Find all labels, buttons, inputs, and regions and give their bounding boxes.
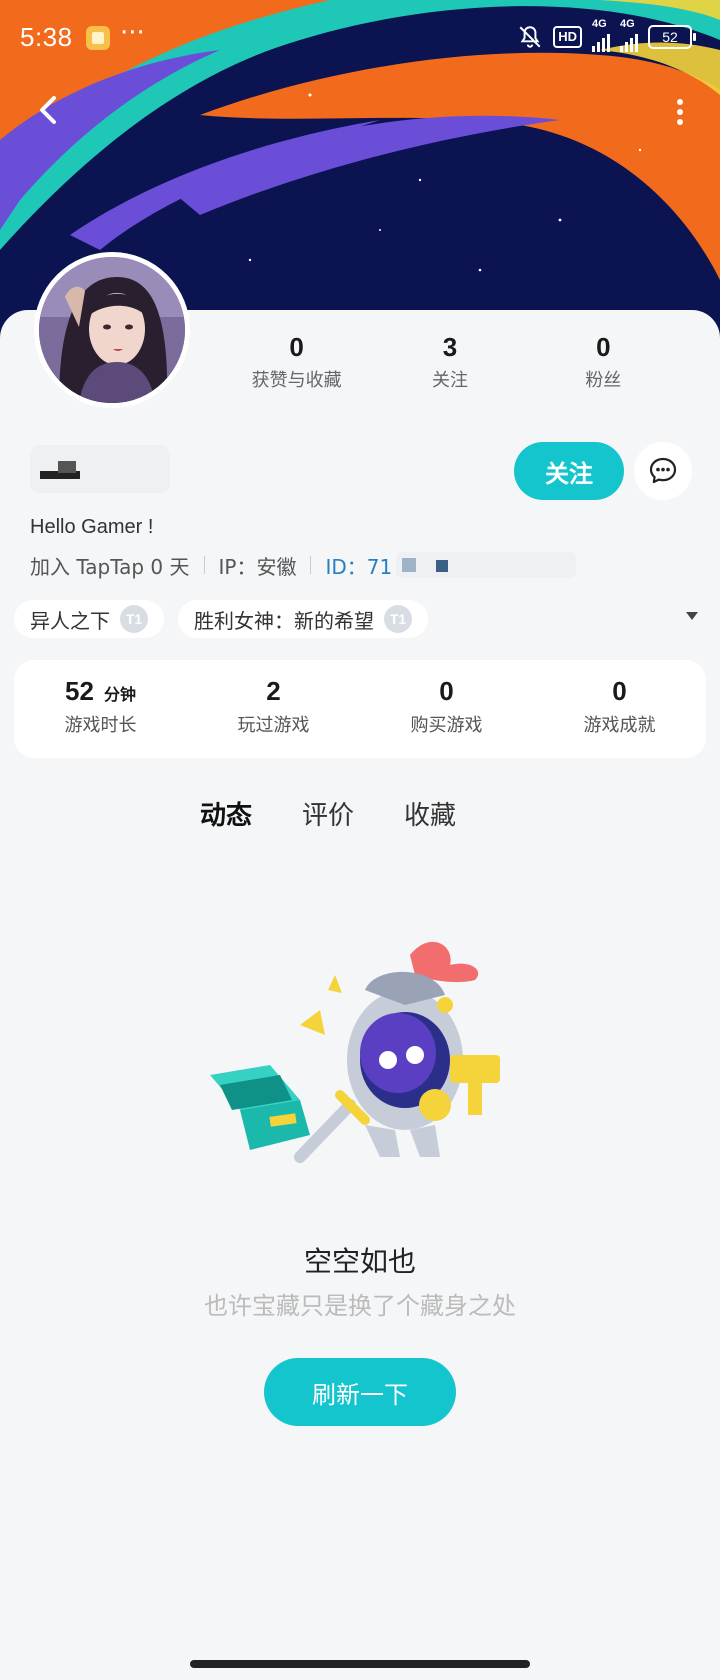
- content-tabs: 动态 评价 收藏: [200, 795, 456, 842]
- chevron-left-icon: [40, 96, 56, 124]
- back-button[interactable]: [30, 90, 70, 130]
- status-time: 5:38: [20, 22, 73, 52]
- more-options-button[interactable]: [670, 94, 690, 130]
- played-games-value: 2: [266, 676, 281, 706]
- achievements-stat[interactable]: 0 游戏成就: [533, 660, 706, 758]
- follow-button[interactable]: 关注: [514, 442, 624, 500]
- achievements-value: 0: [612, 676, 627, 706]
- avatar[interactable]: [34, 252, 190, 408]
- refresh-button[interactable]: 刷新一下: [264, 1358, 456, 1426]
- game-chip-label: 胜利女神：新的希望: [194, 608, 374, 633]
- home-indicator[interactable]: [190, 1660, 530, 1668]
- tab-favorites[interactable]: 收藏: [404, 795, 456, 842]
- profile-meta: 加入 TapTap 0 天 IP：安徽 ID：71: [30, 550, 577, 580]
- profile-stats: 0 获赞与收藏 3 关注 0 粉丝: [220, 330, 680, 392]
- status-indicators: HD 4G 4G 52: [517, 18, 696, 52]
- meta-divider: [203, 556, 205, 574]
- stat-following-label: 关注: [431, 370, 468, 391]
- play-time-label: 游戏时长: [64, 715, 137, 736]
- meta-divider-2: [310, 556, 312, 574]
- played-games-label: 玩过游戏: [237, 715, 310, 736]
- stat-following-value: 3: [442, 332, 458, 362]
- rank-badge-icon: T1: [120, 605, 148, 633]
- user-id-redacted: [396, 552, 577, 578]
- tab-activity[interactable]: 动态: [200, 795, 252, 842]
- stat-fans[interactable]: 0 粉丝: [527, 330, 680, 392]
- play-time-stat[interactable]: 52 分钟 游戏时长: [14, 660, 187, 758]
- stat-fans-label: 粉丝: [585, 370, 622, 391]
- username-redacted: [30, 445, 170, 493]
- tab-reviews[interactable]: 评价: [302, 795, 354, 842]
- user-id[interactable]: ID：71: [325, 551, 392, 580]
- expand-chips-icon[interactable]: [686, 612, 698, 620]
- stat-fans-value: 0: [596, 332, 611, 362]
- play-time-value: 52: [65, 676, 94, 706]
- battery-icon: 52: [648, 25, 696, 49]
- empty-state-title: 空空如也: [303, 1245, 416, 1278]
- stat-likes-value: 0: [289, 332, 304, 362]
- message-button[interactable]: [634, 442, 692, 500]
- profile-bio: Hello Gamer !: [30, 516, 154, 538]
- ip-location: IP：安徽: [218, 554, 297, 579]
- hd-voice-badge: HD: [553, 26, 582, 48]
- purchased-games-value: 0: [439, 676, 454, 706]
- play-time-unit: 分钟: [103, 687, 136, 704]
- game-chip[interactable]: 异人之下 T1: [14, 600, 164, 638]
- purchased-games-stat[interactable]: 0 购买游戏: [360, 660, 533, 758]
- chat-bubble-icon: [649, 457, 677, 484]
- purchased-games-label: 购买游戏: [410, 715, 483, 736]
- game-chip-label: 异人之下: [30, 608, 110, 633]
- more-vertical-icon: [677, 99, 683, 125]
- avatar-image: [39, 257, 185, 403]
- game-chips: 异人之下 T1 胜利女神：新的希望 T1: [14, 600, 714, 640]
- signal-strength-icon: 4G: [592, 18, 610, 52]
- empty-state-subtitle: 也许宝藏只是换了个藏身之处: [204, 1292, 516, 1320]
- status-bar: 5:38 ··· HD 4G 4G 52: [0, 0, 720, 76]
- stat-following[interactable]: 3 关注: [373, 330, 526, 392]
- stat-likes[interactable]: 0 获赞与收藏: [220, 330, 373, 392]
- game-chip[interactable]: 胜利女神：新的希望 T1: [178, 600, 428, 638]
- played-games-stat[interactable]: 2 玩过游戏: [187, 660, 360, 758]
- empty-state-knight-illustration: [210, 941, 500, 1163]
- stat-likes-label: 获赞与收藏: [251, 370, 342, 391]
- rank-badge-icon: T1: [384, 605, 412, 633]
- bell-muted-icon: [519, 26, 541, 48]
- achievements-label: 游戏成就: [583, 715, 656, 736]
- game-stats-panel: 52 分钟 游戏时长 2 玩过游戏 0 购买游戏 0 游戏成就: [14, 660, 706, 758]
- status-more-dots: ···: [120, 18, 145, 48]
- joined-days: 加入 TapTap 0 天: [30, 554, 190, 579]
- notification-app-icon: [86, 26, 110, 50]
- signal-strength-icon-2: 4G: [620, 18, 638, 52]
